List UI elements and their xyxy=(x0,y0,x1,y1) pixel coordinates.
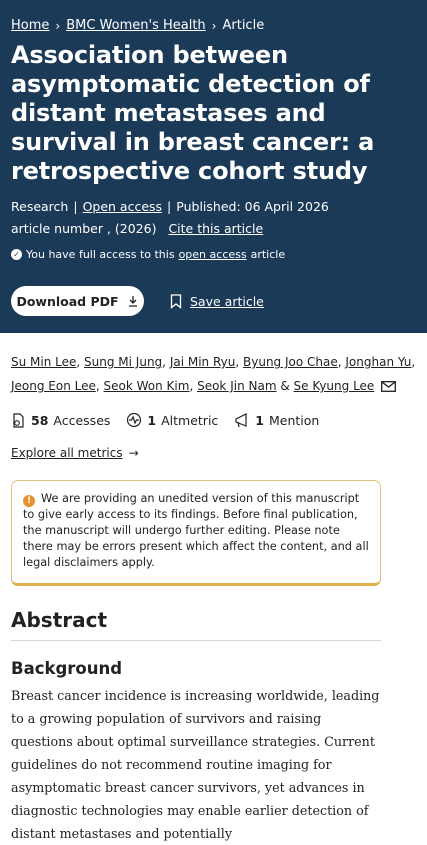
mention-count: 1 xyxy=(255,412,264,428)
article-header: Home › BMC Women's Health › Article Asso… xyxy=(0,0,427,333)
article-citation-row: article number , (2026) Cite this articl… xyxy=(11,218,416,240)
chevron-right-icon: › xyxy=(55,18,61,33)
arrow-right-icon: → xyxy=(128,446,139,460)
article-actions: Download PDF Save article xyxy=(11,286,264,316)
cite-article-link[interactable]: Cite this article xyxy=(168,221,263,236)
breadcrumb: Home › BMC Women's Health › Article xyxy=(11,18,416,33)
breadcrumb-journal[interactable]: BMC Women's Health xyxy=(66,18,205,33)
altmetric-icon xyxy=(127,412,142,428)
bookmark-icon xyxy=(170,293,182,309)
article-title: Association between asymptomatic detecti… xyxy=(11,41,375,185)
author-list: Su Min Lee, Sung Mi Jung, Jai Min Ryu, B… xyxy=(11,355,416,393)
altmetric-count: 1 xyxy=(147,412,157,428)
article-body: Su Min Lee, Sung Mi Jung, Jai Min Ryu, B… xyxy=(0,350,427,845)
access-suffix: article xyxy=(250,248,286,261)
accesses-label: Accesses xyxy=(53,412,111,428)
save-article-button[interactable]: Save article xyxy=(170,294,264,309)
save-article-label: Save article xyxy=(190,293,264,309)
altmetric-metric: 1 Altmetric xyxy=(126,412,218,428)
mention-metric: 1 Mention xyxy=(234,413,319,428)
warning-icon: ! xyxy=(23,495,35,507)
author-link[interactable]: Seok Jin Nam xyxy=(197,379,276,393)
breadcrumb-current: Article xyxy=(222,18,265,33)
access-open-access-link[interactable]: open access xyxy=(179,248,247,261)
article-type: Research xyxy=(11,199,69,214)
download-icon xyxy=(128,296,137,307)
accesses-count: 58 xyxy=(31,412,49,428)
author-link[interactable]: Jonghan Yu xyxy=(345,355,411,369)
notice-text: We are providing an unedited version of … xyxy=(23,492,369,569)
check-icon: ✓ xyxy=(11,249,22,260)
email-icon[interactable] xyxy=(381,381,397,392)
download-pdf-label: Download PDF xyxy=(16,293,119,309)
article-number: article number , (2026) xyxy=(11,221,157,236)
altmetric-label: Altmetric xyxy=(161,412,219,428)
unedited-manuscript-notice: ! We are providing an unedited version of… xyxy=(11,480,381,586)
megaphone-icon xyxy=(235,412,247,427)
author-link[interactable]: Seok Won Kim xyxy=(104,379,190,393)
download-pdf-button[interactable]: Download PDF xyxy=(11,286,144,316)
access-prefix: You have full access to this xyxy=(26,248,175,261)
explore-metrics-label: Explore all metrics xyxy=(11,446,123,460)
author-link[interactable]: Sung Mi Jung xyxy=(84,355,162,369)
author-link[interactable]: Jai Min Ryu xyxy=(170,355,236,369)
open-access-link[interactable]: Open access xyxy=(83,199,162,214)
access-status: ✓ You have full access to this open acce… xyxy=(11,248,416,261)
explore-metrics-link[interactable]: Explore all metrics → xyxy=(11,446,416,460)
mention-label: Mention xyxy=(269,412,320,428)
chevron-right-icon: › xyxy=(211,18,217,33)
article-meta: Research | Open access | Published: 06 April… xyxy=(11,199,329,214)
breadcrumb-home[interactable]: Home xyxy=(11,18,49,33)
background-heading: Background xyxy=(11,659,123,678)
abstract-heading: Abstract xyxy=(11,608,381,641)
author-link[interactable]: Su Min Lee xyxy=(11,355,76,369)
article-metrics: 58 Accesses 1 Altmetric 1 Mention xyxy=(11,412,416,428)
author-link[interactable]: Byung Joo Chae xyxy=(243,355,338,369)
author-link[interactable]: Se Kyung Lee xyxy=(294,379,375,393)
document-icon xyxy=(13,412,24,428)
published-date: Published: 06 April 2026 xyxy=(176,199,329,214)
background-text: Breast cancer incidence is increasing wo… xyxy=(11,688,380,841)
accesses-metric: 58 Accesses xyxy=(11,413,110,428)
author-link[interactable]: Jeong Eon Lee xyxy=(11,379,96,393)
